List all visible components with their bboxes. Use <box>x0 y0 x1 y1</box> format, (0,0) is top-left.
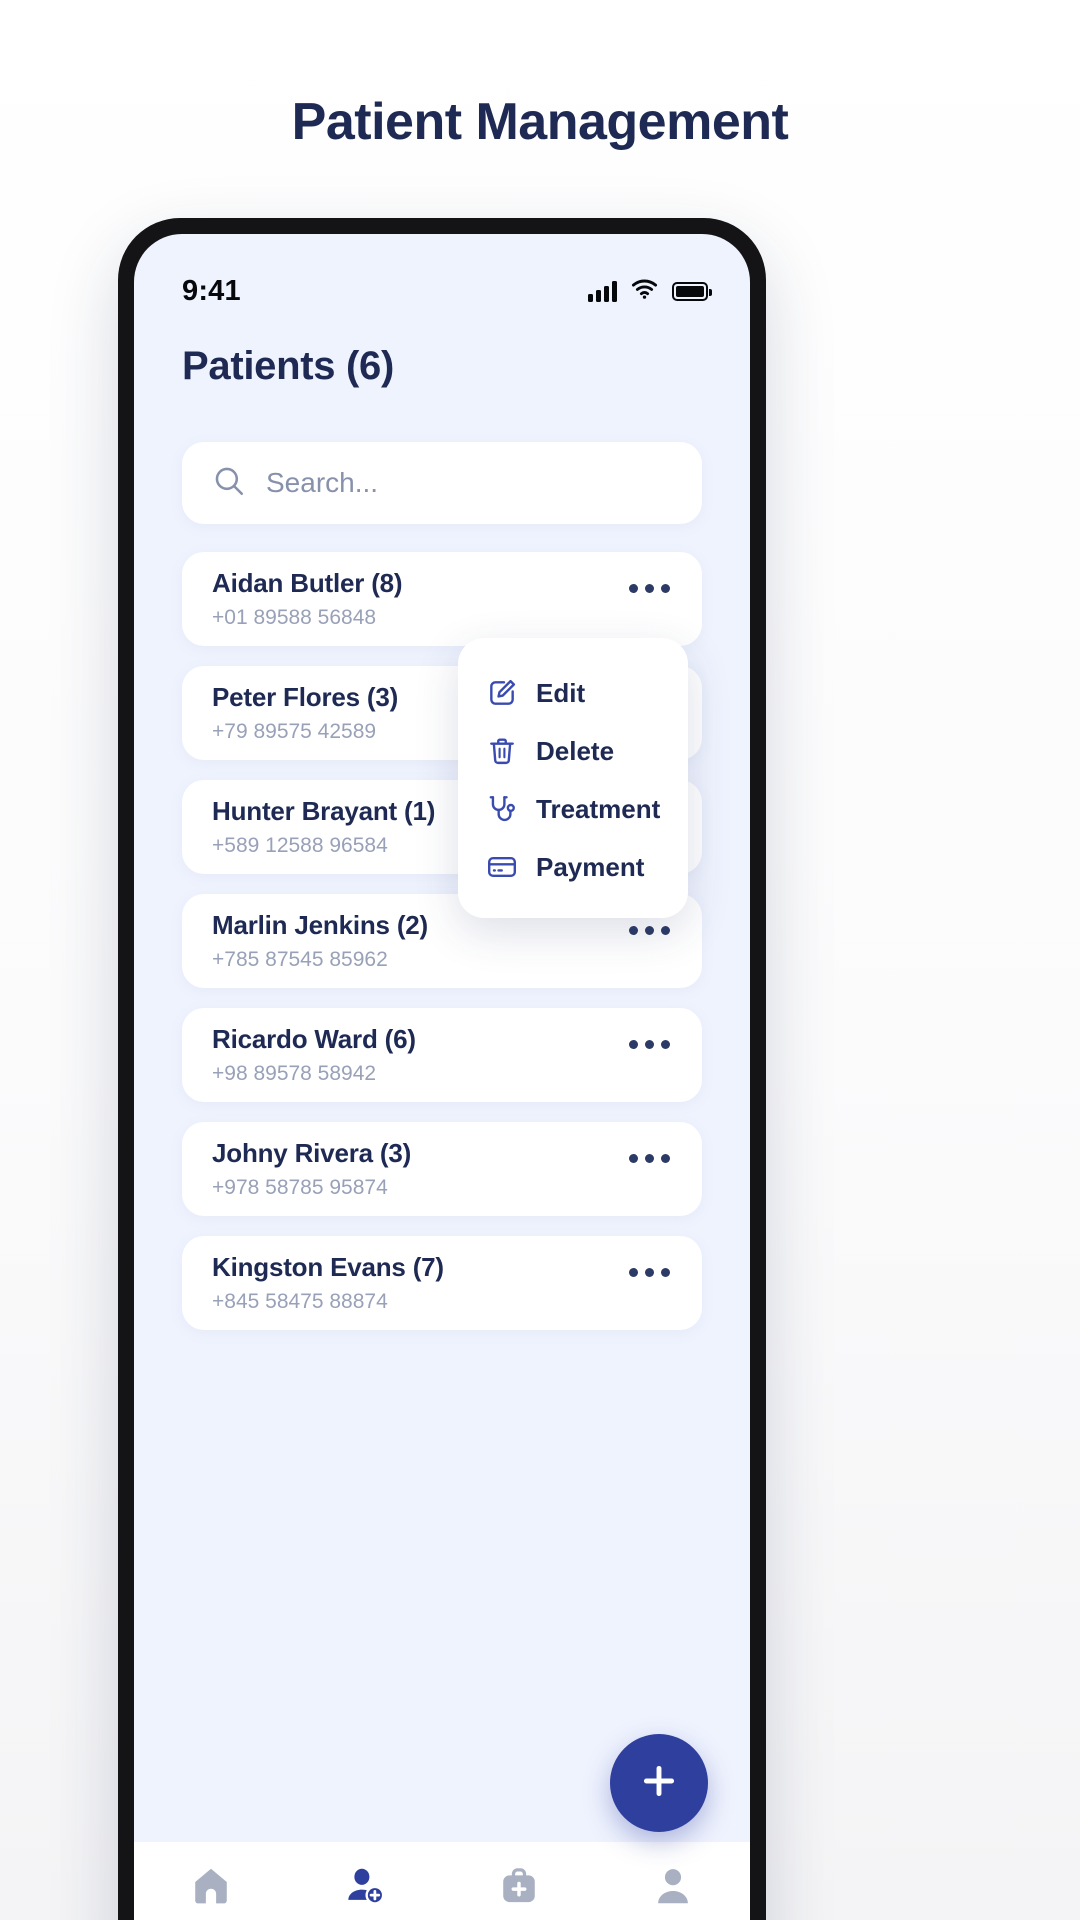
menu-item-treatment[interactable]: Treatment <box>458 780 688 838</box>
stethoscope-icon <box>486 793 518 825</box>
menu-item-edit[interactable]: Edit <box>458 664 688 722</box>
add-patient-button[interactable] <box>610 1734 708 1832</box>
menu-item-payment[interactable]: Payment <box>458 838 688 896</box>
row-more-options-icon[interactable] <box>629 1154 670 1163</box>
row-more-options-icon[interactable] <box>629 926 670 935</box>
credit-card-icon <box>486 851 518 883</box>
bottom-navigation: Home Patient <box>134 1842 750 1920</box>
medical-bag-icon <box>497 1864 541 1908</box>
patients-heading: Patients (6) <box>182 344 395 388</box>
status-icons <box>588 279 712 304</box>
phone-screen: 9:41 Patients (6) Search... Aidan Butler… <box>134 234 750 1920</box>
row-more-options-icon[interactable] <box>629 584 670 593</box>
edit-pencil-icon <box>486 677 518 709</box>
table-row[interactable]: Aidan Butler (8) +01 89588 56848 <box>182 552 702 646</box>
nav-item-treatment[interactable]: Treatment <box>454 1864 584 1920</box>
cellular-signal-icon <box>588 280 617 302</box>
patient-name: Ricardo Ward (6) <box>212 1024 416 1054</box>
patient-phone: +785 87545 85962 <box>212 948 388 971</box>
patient-name: Kingston Evans (7) <box>212 1252 444 1282</box>
trash-icon <box>486 735 518 767</box>
menu-item-label: Edit <box>536 677 586 708</box>
patient-add-icon <box>343 1864 387 1908</box>
nav-item-profile[interactable]: Profile <box>608 1864 738 1920</box>
table-row[interactable]: Kingston Evans (7) +845 58475 88874 <box>182 1236 702 1330</box>
table-row[interactable]: Johny Rivera (3) +978 58785 95874 <box>182 1122 702 1216</box>
wifi-icon <box>631 279 658 304</box>
patient-phone: +98 89578 58942 <box>212 1062 377 1085</box>
page-title: Patient Management <box>291 93 789 151</box>
search-icon <box>212 464 246 503</box>
patient-name: Aidan Butler (8) <box>212 568 403 598</box>
phone-frame: 9:41 Patients (6) Search... Aidan Butler… <box>118 218 766 1920</box>
battery-full-icon <box>672 281 712 301</box>
nav-item-patient[interactable]: Patient <box>300 1864 430 1920</box>
search-input[interactable]: Search... <box>266 467 378 499</box>
patient-phone: +978 58785 95874 <box>212 1176 388 1199</box>
plus-icon <box>638 1760 680 1807</box>
menu-item-label: Delete <box>536 735 615 766</box>
home-icon <box>189 1864 233 1908</box>
menu-item-delete[interactable]: Delete <box>458 722 688 780</box>
status-bar: 9:41 <box>134 234 750 322</box>
nav-item-home[interactable]: Home <box>146 1864 276 1920</box>
row-more-options-icon[interactable] <box>629 1040 670 1049</box>
patient-phone: +01 89588 56848 <box>212 606 377 629</box>
patient-phone: +845 58475 88874 <box>212 1290 388 1313</box>
screenshot-root: Patient Management 9:41 Patients (6) Sea… <box>0 0 1080 1920</box>
menu-item-label: Payment <box>536 851 645 882</box>
patient-name: Johny Rivera (3) <box>212 1138 412 1168</box>
row-more-options-icon[interactable] <box>629 1268 670 1277</box>
row-context-menu[interactable]: Edit Delete Treatment Payment <box>458 638 688 918</box>
profile-icon <box>651 1864 695 1908</box>
menu-item-label: Treatment <box>536 793 661 824</box>
search-bar[interactable]: Search... <box>182 442 702 524</box>
status-time: 9:41 <box>182 274 241 307</box>
table-row[interactable]: Ricardo Ward (6) +98 89578 58942 <box>182 1008 702 1102</box>
